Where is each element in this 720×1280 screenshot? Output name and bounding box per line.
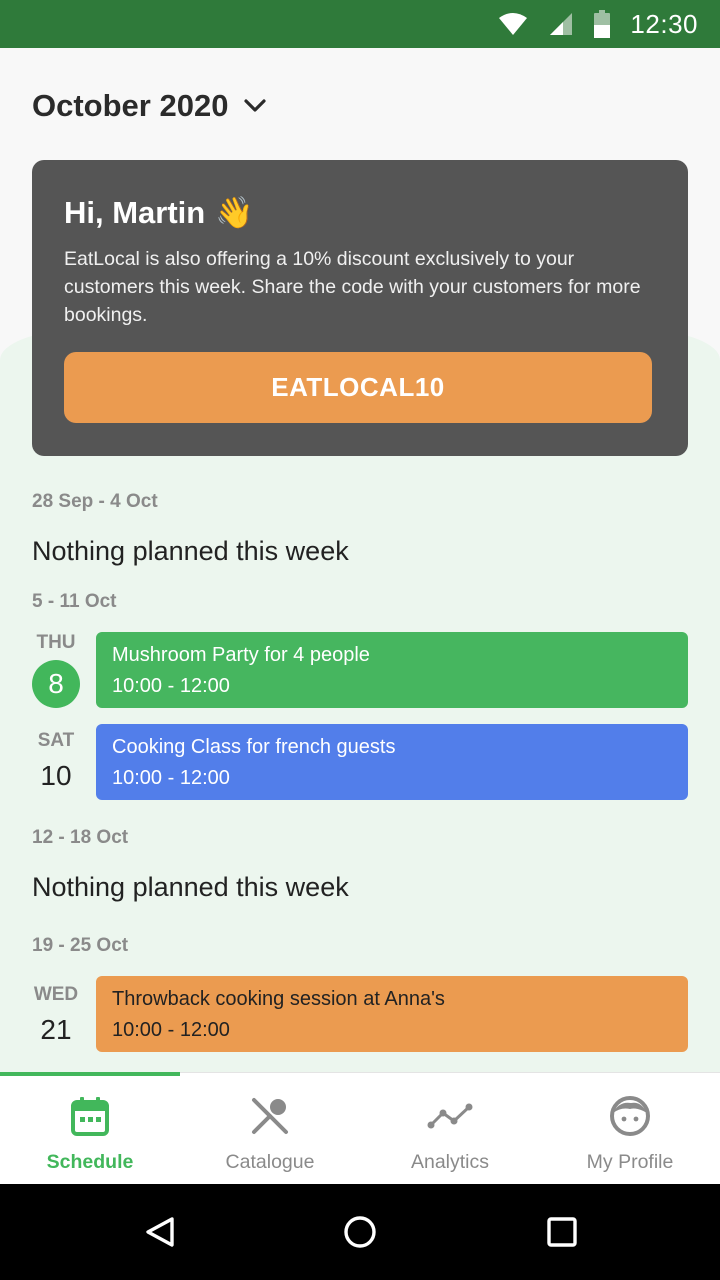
week-label: 5 - 11 Oct — [32, 591, 117, 612]
promo-greeting: Hi, Martin — [64, 194, 206, 230]
day-column: SAT 10 — [30, 730, 82, 792]
utensils-icon — [250, 1095, 290, 1137]
face-icon — [609, 1095, 651, 1137]
event-title: Throwback cooking session at Anna's — [112, 988, 445, 1010]
day-of-week: SAT — [37, 730, 75, 751]
day-of-week: WED — [33, 984, 79, 1005]
week-label: 19 - 25 Oct — [32, 935, 129, 956]
bottom-tab-bar: Schedule Catalogue Analytics My Profile — [0, 1072, 720, 1185]
tab-schedule[interactable]: Schedule — [0, 1073, 180, 1185]
day-of-week: THU — [36, 632, 76, 653]
event-card[interactable]: Throwback cooking session at Anna's 10:0… — [96, 976, 688, 1052]
promo-greeting-row: Hi, Martin 👋 — [64, 194, 656, 231]
promo-card: Hi, Martin 👋 EatLocal is also offering a… — [32, 160, 688, 456]
cell-signal-icon — [548, 11, 574, 37]
tab-label: My Profile — [586, 1151, 674, 1173]
wifi-icon — [498, 12, 528, 36]
empty-week-text: Nothing planned this week — [32, 872, 349, 902]
line-chart-icon — [427, 1095, 473, 1137]
tab-label: Catalogue — [225, 1151, 315, 1173]
calendar-icon — [71, 1095, 109, 1137]
recents-icon[interactable] — [542, 1212, 582, 1252]
event-card[interactable]: Mushroom Party for 4 people 10:00 - 12:0… — [96, 632, 688, 708]
status-time: 12:30 — [630, 8, 698, 39]
tab-label: Analytics — [410, 1151, 490, 1173]
tab-catalogue[interactable]: Catalogue — [180, 1073, 360, 1185]
chevron-down-icon — [244, 99, 267, 113]
day-number: 21 — [40, 1014, 72, 1045]
event-time: 10:00 - 12:00 — [112, 1019, 230, 1041]
wave-emoji: 👋 — [215, 195, 254, 230]
day-number: 10 — [40, 760, 72, 791]
day-number-today: 8 — [32, 660, 80, 708]
status-bar: 12:30 — [0, 0, 720, 48]
day-column: WED 21 — [30, 984, 82, 1046]
battery-icon — [594, 10, 611, 38]
system-nav-bar — [0, 1184, 720, 1280]
week-label: 28 Sep - 4 Oct — [32, 491, 158, 512]
week-label: 12 - 18 Oct — [32, 827, 129, 848]
event-time: 10:00 - 12:00 — [112, 767, 230, 789]
event-time: 10:00 - 12:00 — [112, 675, 230, 697]
tab-analytics[interactable]: Analytics — [360, 1073, 540, 1185]
tab-label: Schedule — [46, 1151, 134, 1173]
back-icon[interactable] — [140, 1212, 180, 1252]
event-title: Mushroom Party for 4 people — [112, 644, 370, 666]
month-title: October 2020 — [32, 88, 229, 123]
promo-code-button[interactable]: EATLOCAL10 — [64, 352, 652, 423]
event-title: Cooking Class for french guests — [112, 736, 396, 758]
day-column: THU 8 — [30, 632, 82, 708]
event-card[interactable]: Cooking Class for french guests 10:00 - … — [96, 724, 688, 800]
promo-message: EatLocal is also offering a 10% discount… — [64, 248, 641, 326]
month-selector[interactable]: October 2020 — [32, 84, 267, 128]
status-icons: 12:30 — [498, 0, 698, 48]
empty-week-text: Nothing planned this week — [32, 536, 349, 566]
home-icon[interactable] — [340, 1212, 380, 1252]
tab-my-profile[interactable]: My Profile — [540, 1073, 720, 1185]
